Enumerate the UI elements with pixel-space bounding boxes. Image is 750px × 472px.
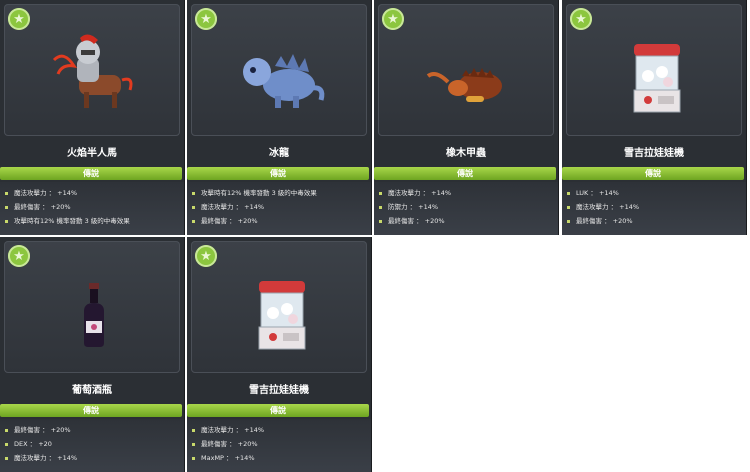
card-art: ★ [191,4,367,136]
card-name: 雪吉拉娃娃機 [624,148,684,159]
stat-line: 魔法攻擊力 ： +14% [5,451,77,465]
flame-centaur-sprite [52,34,133,108]
stat-line: 最終傷害 ： +20% [192,214,258,228]
star-icon: ★ [8,8,30,30]
rank-badge: 傳說 [562,167,744,180]
card-art: ★ [4,4,180,136]
card-flame-centaur[interactable]: ★ 火焰半人馬 傳說 魔法攻擊力 ： +14% 最終傷害 ： +20% 攻擊時有… [0,0,185,235]
rank-badge: 傳說 [0,167,182,180]
stat-line: 魔法攻擊力 ： +14% [567,200,639,214]
stats-list: 攻擊時有12% 機率發動 3 級的中毒效果 魔法攻擊力 ： +14% 最終傷害 … [187,182,371,235]
stat-line: 最終傷害 ： +20% [5,423,71,437]
stat-line: 魔法攻擊力 ： +14% [5,186,77,200]
card-art: ★ [4,241,180,373]
stat-line: 最終傷害 ： +20% [379,214,445,228]
card-art: ★ [566,4,742,136]
stat-line: 攻擊時有12% 機率發動 3 級的中毒效果 [5,214,130,228]
star-icon: ★ [195,8,217,30]
card-yeti-claw-machine-2[interactable]: ★ 雪吉拉娃娃機 傳說 魔法攻擊力 ： +14% 最終傷害 ： +20% Max… [187,237,372,472]
card-wine-bottle[interactable]: ★ 葡萄酒瓶 傳說 最終傷害 ： +20% DEX ： +20 魔法攻擊力 ： … [0,237,185,472]
card-name: 冰龍 [269,148,289,159]
rank-badge: 傳說 [0,404,182,417]
card-oak-beetle[interactable]: ★ 橡木甲蟲 傳說 魔法攻擊力 ： +14% 防禦力 ： +14% 最終傷害 ：… [374,0,559,235]
star-icon: ★ [8,245,30,267]
oak-beetle-sprite [426,68,502,102]
card-name: 雪吉拉娃娃機 [249,385,309,396]
ice-dragon-sprite [243,54,325,108]
card-art: ★ [378,4,554,136]
stat-line: 魔法攻擊力 ： +14% [379,186,451,200]
stat-line: DEX ： +20 [5,437,52,451]
card-yeti-claw-machine[interactable]: ★ 雪吉拉娃娃機 傳說 LUK ： +14% 魔法攻擊力 ： +14% 最終傷害… [562,0,747,235]
stat-line: 最終傷害 ： +20% [567,214,633,228]
stat-line: 攻擊時有12% 機率發動 3 級的中毒效果 [192,186,317,200]
rank-badge: 傳說 [374,167,556,180]
claw-machine-sprite [633,44,681,113]
stats-list: LUK ： +14% 魔法攻擊力 ： +14% 最終傷害 ： +20% [562,182,746,235]
claw-machine-sprite [258,281,306,350]
stats-list: 魔法攻擊力 ： +14% 最終傷害 ： +20% 攻擊時有12% 機率發動 3 … [0,182,184,235]
stat-line: 防禦力 ： +14% [379,200,438,214]
wine-bottle-sprite [84,283,104,347]
stat-line: MaxMP ： +14% [192,451,255,465]
card-name: 火焰半人馬 [67,148,117,159]
star-icon: ★ [195,245,217,267]
stat-line: LUK ： +14% [567,186,619,200]
stats-list: 魔法攻擊力 ： +14% 最終傷害 ： +20% MaxMP ： +14% [187,419,371,472]
stats-list: 魔法攻擊力 ： +14% 防禦力 ： +14% 最終傷害 ： +20% [374,182,558,235]
stats-list: 最終傷害 ： +20% DEX ： +20 魔法攻擊力 ： +14% [0,419,184,472]
star-icon: ★ [382,8,404,30]
stat-line: 魔法攻擊力 ： +14% [192,423,264,437]
star-icon: ★ [570,8,592,30]
card-ice-dragon[interactable]: ★ 冰龍 傳說 攻擊時有12% 機率發動 3 級的中毒效果 魔法攻擊力 ： +1… [187,0,372,235]
stat-line: 最終傷害 ： +20% [192,437,258,451]
stat-line: 魔法攻擊力 ： +14% [192,200,264,214]
card-name: 橡木甲蟲 [446,148,486,159]
stat-line: 最終傷害 ： +20% [5,200,71,214]
card-art: ★ [191,241,367,373]
card-name: 葡萄酒瓶 [72,385,112,396]
rank-badge: 傳說 [187,167,369,180]
rank-badge: 傳說 [187,404,369,417]
